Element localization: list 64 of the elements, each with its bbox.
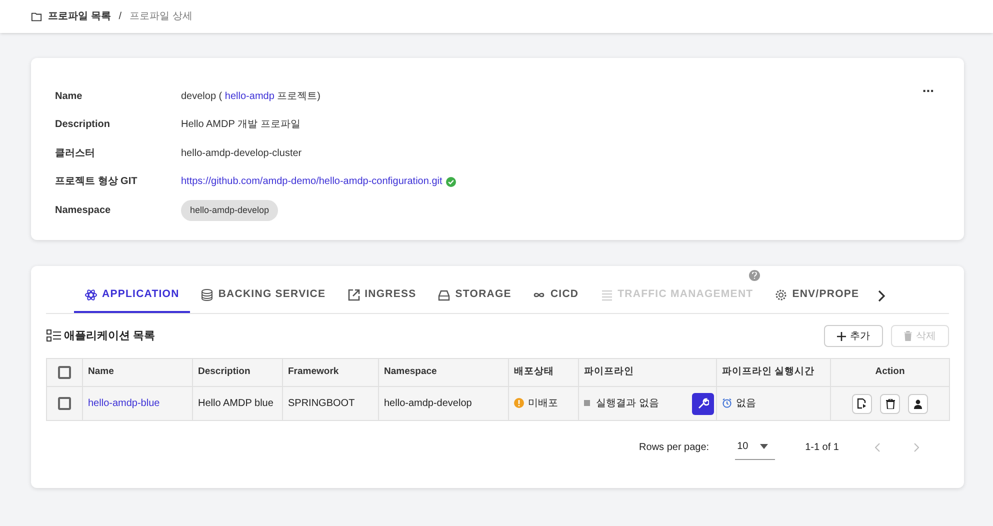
field-value: hello-amdp-develop-cluster bbox=[181, 146, 302, 161]
field-label: Name bbox=[55, 90, 84, 104]
checkbox[interactable] bbox=[58, 366, 71, 379]
breadcrumb-current: 프로파일 상세 bbox=[130, 10, 192, 24]
dropdown-caret-icon bbox=[760, 444, 768, 449]
wrench-icon bbox=[696, 398, 708, 410]
more-menu-button[interactable]: ... bbox=[922, 80, 934, 94]
checkbox[interactable] bbox=[58, 396, 71, 410]
database-icon bbox=[201, 289, 214, 301]
field-label: Description bbox=[55, 118, 112, 132]
tab[interactable]: CICD bbox=[522, 269, 590, 313]
column-header: Framework bbox=[288, 366, 339, 378]
warning-icon bbox=[514, 398, 524, 408]
list-icon bbox=[600, 289, 613, 301]
drive-icon bbox=[438, 289, 450, 301]
git-link[interactable]: https://github.com/amdp-demo/hello-amdp-configuration.git bbox=[181, 174, 442, 190]
user-button[interactable] bbox=[908, 394, 928, 414]
file-play-icon bbox=[857, 398, 867, 409]
external-link-icon bbox=[348, 289, 360, 301]
plus-icon bbox=[837, 332, 846, 340]
run-time: 없음 bbox=[736, 398, 756, 409]
trash-icon bbox=[904, 331, 912, 341]
gear-icon bbox=[775, 289, 788, 301]
namespace-chip: hello-amdp-develop bbox=[181, 200, 278, 221]
checklist-icon bbox=[46, 329, 62, 343]
delete-row-button[interactable] bbox=[880, 394, 900, 414]
field-value: develop ( hello-amdp 프로젝트) bbox=[181, 90, 321, 104]
breadcrumb-link[interactable]: 프로파일 목록 bbox=[48, 9, 111, 24]
status-square-icon bbox=[584, 400, 590, 406]
breadcrumb-separator: / bbox=[118, 10, 123, 24]
field-value: Hello AMDP 개발 프로파일 bbox=[181, 118, 300, 132]
table-cell: Hello AMDP blue bbox=[198, 398, 274, 409]
add-button[interactable]: 추가 bbox=[824, 325, 883, 347]
table-cell: SPRINGBOOT bbox=[288, 398, 355, 409]
tab[interactable]: INGRESS bbox=[336, 269, 428, 313]
tab[interactable]: STORAGE bbox=[427, 269, 522, 313]
column-header: 파이프라인 bbox=[584, 366, 634, 378]
pipeline-wrench-button[interactable] bbox=[692, 392, 714, 414]
tab[interactable]: BACKING SERVICE bbox=[190, 269, 337, 313]
atom-icon bbox=[85, 289, 97, 301]
column-header: Description bbox=[198, 366, 250, 378]
rows-per-page-select[interactable]: 10 bbox=[735, 434, 776, 460]
column-header: Namespace bbox=[384, 366, 437, 378]
table-cell: hello-amdp-develop bbox=[384, 398, 472, 409]
list-title: 애플리케이션 목록 bbox=[64, 328, 156, 344]
tab[interactable]: ENV/PROPE bbox=[764, 269, 870, 313]
column-header: 배포상태 bbox=[514, 366, 554, 378]
column-header: 파이프라인 실행시간 bbox=[722, 366, 815, 378]
tab[interactable]: APPLICATION bbox=[74, 269, 190, 313]
deploy-button[interactable] bbox=[852, 394, 872, 414]
column-header: Name bbox=[88, 366, 114, 378]
field-label: 프로젝트 형상 GIT bbox=[55, 175, 138, 190]
deploy-status: 미배포 bbox=[528, 398, 558, 409]
field-label: Namespace bbox=[55, 204, 112, 218]
alarm-clock-icon bbox=[722, 398, 732, 408]
column-header: Action bbox=[875, 366, 905, 378]
chevron-right-icon[interactable] bbox=[878, 290, 886, 302]
field-label: 클러스터 bbox=[55, 146, 96, 161]
folder-icon bbox=[31, 12, 42, 22]
person-icon bbox=[913, 398, 923, 408]
pipeline-status: 실행결과 없음 bbox=[596, 398, 659, 409]
page-range: 1-1 of 1 bbox=[805, 440, 839, 454]
trash-icon bbox=[886, 398, 894, 408]
rows-per-page-label: Rows per page: bbox=[639, 440, 710, 454]
